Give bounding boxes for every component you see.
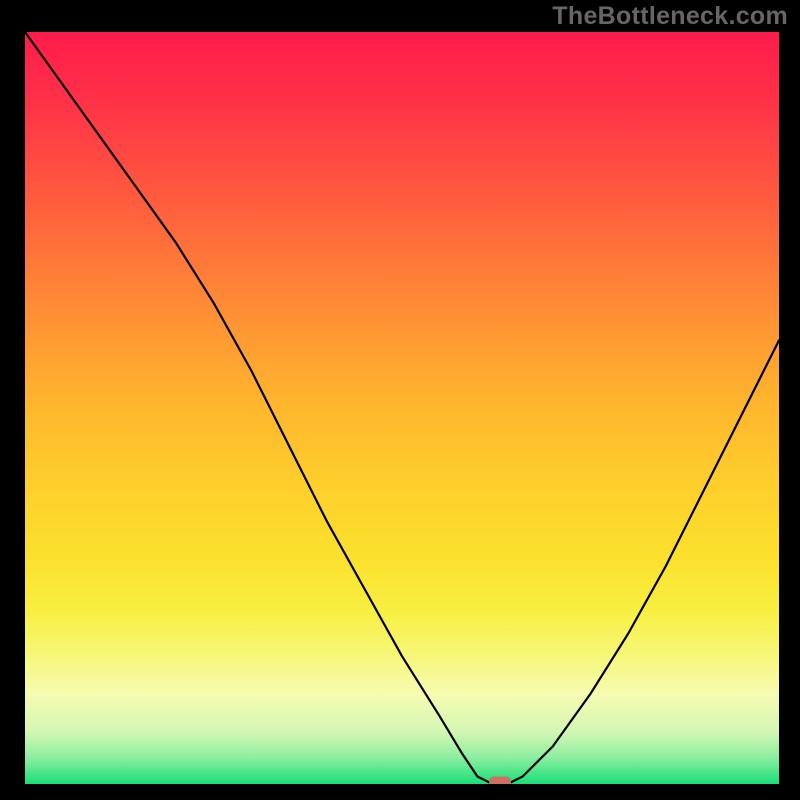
- chart-svg: [25, 32, 779, 784]
- plot-area: [25, 32, 779, 784]
- chart-background: [25, 32, 779, 784]
- chart-container: { "watermark": "TheBottleneck.com", "cha…: [0, 0, 800, 800]
- watermark-text: TheBottleneck.com: [552, 2, 788, 31]
- min-marker: [489, 777, 511, 785]
